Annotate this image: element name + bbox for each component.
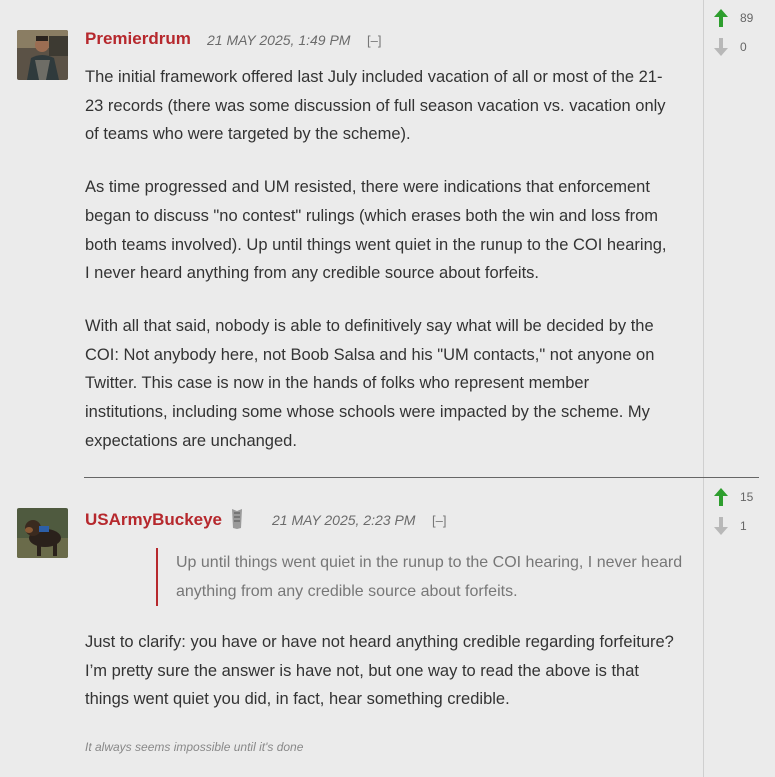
comment-paragraph: Just to clarify: you have or have not he…: [85, 633, 674, 709]
comment-body: Just to clarify: you have or have not he…: [85, 628, 675, 738]
comment: Premierdrum 21 MAY 2025, 1:49 PM [–] The…: [0, 0, 703, 477]
downvote-count: 0: [740, 40, 747, 54]
collapse-toggle[interactable]: [–]: [432, 513, 446, 528]
comment-paragraph: The initial framework offered last July …: [85, 68, 666, 144]
upvote-control[interactable]: 89: [710, 8, 770, 28]
upvote-control[interactable]: 15: [710, 487, 770, 507]
avatar[interactable]: [17, 508, 68, 558]
comment: USArmyBuckeye 21 MAY 2025, 2:23 PM [–] U…: [0, 478, 703, 777]
upvote-count: 15: [740, 490, 754, 504]
buckeye-badge-icon: [232, 509, 242, 529]
downvote-count: 1: [740, 519, 747, 533]
upvote-arrow-icon[interactable]: [710, 487, 732, 507]
quoted-text: Up until things went quiet in the runup …: [156, 548, 696, 606]
author-name[interactable]: Premierdrum: [85, 29, 191, 49]
upvote-count: 89: [740, 11, 754, 25]
comment-paragraph: As time progressed and UM resisted, ther…: [85, 178, 667, 283]
downvote-control[interactable]: 0: [710, 37, 770, 57]
downvote-arrow-icon[interactable]: [710, 37, 732, 57]
comment-body: The initial framework offered last July …: [85, 63, 675, 479]
comment-paragraph: With all that said, nobody is able to de…: [85, 316, 655, 450]
upvote-arrow-icon[interactable]: [710, 8, 732, 28]
comment-timestamp[interactable]: 21 MAY 2025, 2:23 PM: [272, 512, 415, 528]
user-signature: It always seems impossible until it's do…: [85, 740, 304, 754]
downvote-arrow-icon[interactable]: [710, 516, 732, 536]
vote-column: 89 0 15 1: [703, 0, 775, 777]
author-name[interactable]: USArmyBuckeye: [85, 510, 222, 530]
avatar[interactable]: [17, 30, 68, 80]
collapse-toggle[interactable]: [–]: [367, 33, 381, 48]
comment-timestamp[interactable]: 21 MAY 2025, 1:49 PM: [207, 32, 350, 48]
downvote-control[interactable]: 1: [710, 516, 770, 536]
